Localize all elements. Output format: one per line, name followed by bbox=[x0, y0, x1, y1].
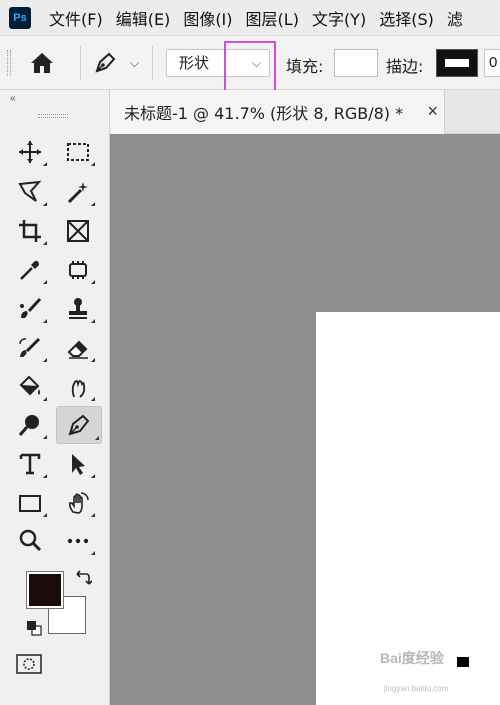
paint-bucket-icon bbox=[19, 375, 40, 396]
crop-icon bbox=[19, 220, 41, 242]
collapse-panel-icon[interactable]: ‹‹ bbox=[10, 93, 16, 104]
close-icon[interactable]: × bbox=[427, 101, 438, 122]
stroke-swatch[interactable] bbox=[436, 49, 478, 77]
more-icon bbox=[67, 538, 89, 544]
marquee-icon bbox=[67, 143, 89, 161]
rectangle-icon bbox=[19, 495, 41, 512]
document-tab[interactable]: 未标题-1 @ 41.7% (形状 8, RGB/8) * × bbox=[110, 90, 445, 134]
tool-hand[interactable] bbox=[59, 486, 97, 520]
menu-file[interactable]: 文件(F) bbox=[49, 6, 103, 30]
watermark-text: Bai度经验 bbox=[380, 650, 444, 666]
stroke-width-input[interactable]: 0 bbox=[484, 49, 500, 77]
menu-edit[interactable]: 编辑(E) bbox=[116, 6, 171, 30]
menu-layer[interactable]: 图层(L) bbox=[246, 6, 299, 30]
default-colors-icon[interactable] bbox=[26, 620, 42, 636]
tool-dodge[interactable] bbox=[11, 408, 49, 442]
stamp-icon bbox=[69, 298, 87, 319]
tool-rectangle[interactable] bbox=[11, 486, 49, 520]
tool-eraser[interactable] bbox=[59, 331, 97, 365]
smudge-icon bbox=[71, 380, 86, 398]
fill-swatch[interactable] bbox=[334, 49, 378, 77]
path-select-icon bbox=[72, 454, 85, 475]
document-canvas[interactable] bbox=[316, 312, 500, 705]
menu-image[interactable]: 图像(I) bbox=[183, 6, 232, 30]
tool-type[interactable] bbox=[11, 447, 49, 481]
home-button[interactable] bbox=[28, 50, 56, 76]
tool-crop[interactable] bbox=[11, 214, 49, 248]
tool-pen[interactable] bbox=[56, 406, 102, 444]
tool-patch[interactable] bbox=[59, 253, 97, 287]
tool-eyedropper[interactable] bbox=[11, 253, 49, 287]
pen-icon bbox=[68, 414, 90, 436]
lasso-icon bbox=[18, 180, 42, 202]
dodge-icon bbox=[18, 415, 39, 436]
tool-path-select[interactable] bbox=[59, 447, 97, 481]
shape-layer-thumbnail bbox=[457, 657, 469, 667]
menu-bar: Ps 文件(F) 编辑(E) 图像(I) 图层(L) 文字(Y) 选择(S) 滤 bbox=[0, 0, 500, 36]
tool-brush[interactable] bbox=[11, 292, 49, 326]
quick-mask-icon[interactable] bbox=[16, 654, 42, 674]
tool-marquee[interactable] bbox=[59, 135, 97, 169]
tool-move[interactable] bbox=[11, 135, 49, 169]
tool-more[interactable] bbox=[59, 524, 97, 558]
tool-smudge[interactable] bbox=[59, 370, 97, 404]
stroke-label: 描边: bbox=[386, 57, 424, 76]
photoshop-logo-icon: Ps bbox=[9, 6, 31, 29]
tool-frame[interactable] bbox=[59, 214, 97, 248]
canvas-workspace[interactable] bbox=[110, 134, 500, 705]
menu-select[interactable]: 选择(S) bbox=[379, 6, 434, 30]
menu-type[interactable]: 文字(Y) bbox=[312, 6, 366, 30]
watermark-url: jingyan.baidu.com bbox=[384, 684, 449, 693]
history-brush-icon bbox=[19, 337, 41, 357]
tool-stamp[interactable] bbox=[59, 292, 97, 326]
brush-icon bbox=[20, 297, 42, 318]
tool-preset-button[interactable] bbox=[92, 50, 118, 76]
tool-mode-value: 形状 bbox=[179, 54, 210, 72]
move-icon bbox=[19, 141, 41, 163]
hand-icon bbox=[69, 492, 89, 514]
menu-filter[interactable]: 滤 bbox=[447, 6, 463, 30]
fill-label: 填充: bbox=[286, 57, 324, 76]
tool-history-brush[interactable] bbox=[11, 331, 49, 365]
document-tab-bar: 未标题-1 @ 41.7% (形状 8, RGB/8) * × bbox=[110, 90, 500, 134]
pen-icon bbox=[95, 52, 116, 73]
patch-icon bbox=[69, 261, 87, 279]
tool-zoom[interactable] bbox=[11, 524, 49, 558]
chevron-down-icon[interactable]: ⌵ bbox=[130, 56, 139, 71]
options-bar-grip[interactable] bbox=[7, 50, 11, 76]
type-icon bbox=[19, 453, 41, 475]
tool-lasso[interactable] bbox=[11, 175, 49, 209]
zoom-icon bbox=[19, 529, 42, 552]
stroke-preview bbox=[445, 59, 469, 67]
swap-colors-icon[interactable] bbox=[74, 570, 92, 588]
tools-panel-grip[interactable] bbox=[38, 114, 68, 118]
frame-icon bbox=[67, 220, 89, 242]
home-icon bbox=[31, 53, 53, 73]
separator bbox=[80, 46, 81, 80]
foreground-color-swatch[interactable] bbox=[26, 571, 64, 609]
separator bbox=[152, 46, 153, 80]
tool-magic-wand[interactable] bbox=[59, 175, 97, 209]
tool-paint-bucket[interactable] bbox=[11, 370, 49, 404]
eraser-icon bbox=[67, 340, 88, 359]
document-tab-title: 未标题-1 @ 41.7% (形状 8, RGB/8) * bbox=[124, 104, 404, 123]
magic-wand-icon bbox=[67, 182, 88, 204]
eyedropper-icon bbox=[20, 260, 39, 280]
